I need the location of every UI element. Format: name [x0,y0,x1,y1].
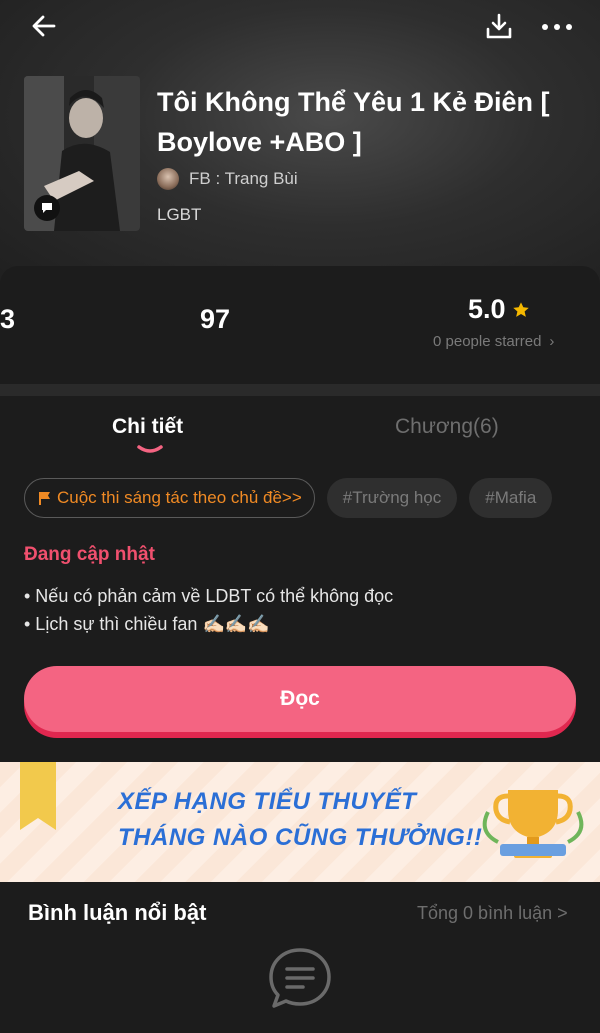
description: • Nếu có phản cảm về LDBT có thể không đ… [24,582,393,638]
author-avatar [157,168,179,190]
stat-left-value: 3 [0,304,16,334]
rating-count-link[interactable]: 0 people starred › [433,333,554,350]
arrow-left-icon [32,15,56,37]
more-icon [542,24,572,30]
book-title: Tôi Không Thể Yêu 1 Kẻ Điên [ Boylove +A… [157,87,550,157]
update-status: Đang cập nhật [24,544,155,565]
description-line: • Nếu có phản cảm về LDBT có thể không đ… [24,586,394,606]
download-icon [486,13,512,39]
comments-heading: Bình luận nổi bật [28,900,207,925]
more-options-button[interactable] [538,10,578,42]
comment-icon [269,948,331,1008]
back-button[interactable] [28,10,60,42]
rating: 5.0 [468,294,530,325]
description-line: • Lịch sự thì chiều fan ✍🏻✍🏻✍🏻 [24,614,270,634]
download-button[interactable] [483,10,515,42]
banner-headline: XẾP HẠNG TIỂU THUYẾT [118,788,417,815]
flag-icon [39,492,50,505]
tag-chip[interactable]: #Trường học [326,478,458,518]
star-icon [512,301,529,317]
chevron-right-icon: › [549,333,555,350]
read-button[interactable]: Đọc [24,666,576,732]
tab-chapters[interactable]: Chương(6) [395,415,499,439]
section-divider [0,384,600,396]
book-cover[interactable] [24,76,140,231]
trophy-icon [482,790,584,858]
rating-count: 0 people starred [433,333,542,350]
contest-chip[interactable]: Cuộc thi sáng tác theo chủ đề>> [24,478,315,518]
tag-chip[interactable]: #Mafia [469,478,553,518]
rating-value: 5.0 [468,294,506,324]
author-name: FB : Trang Bùi [189,169,298,188]
tag-chips: Cuộc thi sáng tác theo chủ đề>> #Trường … [24,478,576,518]
comments-total-link[interactable]: Tổng 0 bình luận > [417,903,568,924]
banner-subline: THÁNG NÀO CŨNG THƯỞNG!! [118,824,483,851]
read-button-label: Đọc [280,687,320,710]
author-row[interactable]: FB : Trang Bùi [157,168,298,190]
stat-middle-value: 97 [200,304,231,334]
tab-detail[interactable]: Chi tiết [112,415,183,439]
bookmark-ribbon-icon [20,762,56,830]
genre-label: LGBT [157,205,202,224]
chat-bubble-icon [42,203,52,213]
cover-badge [34,195,60,221]
top-bar [0,0,600,56]
contest-chip-label: Cuộc thi sáng tác theo chủ đề>> [57,488,302,507]
tab-active-indicator [137,445,163,453]
